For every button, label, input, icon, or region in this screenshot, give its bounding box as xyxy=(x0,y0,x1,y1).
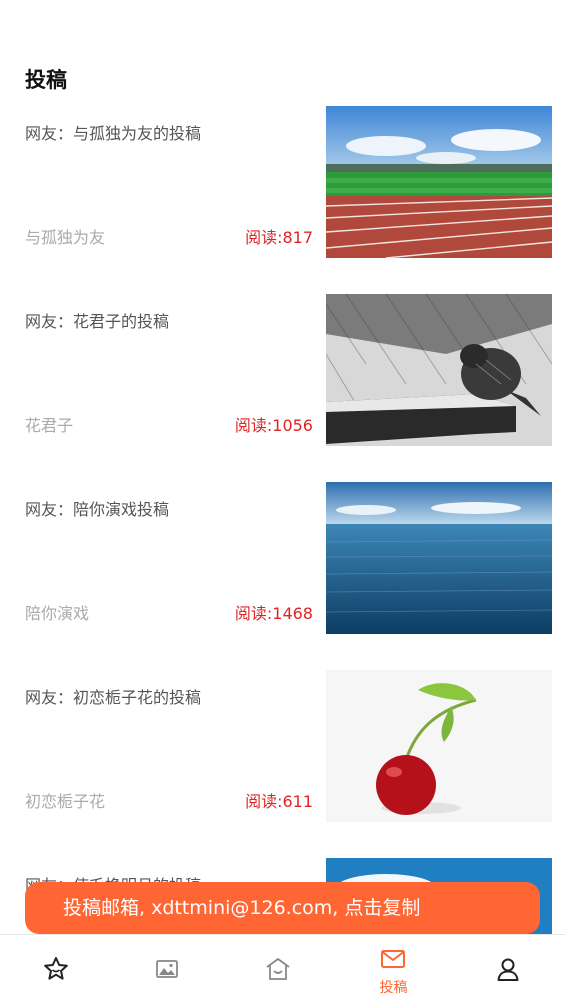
cherry-image xyxy=(326,670,552,822)
ocean-image xyxy=(326,482,552,634)
bird-sketch-image xyxy=(326,294,552,446)
mail-icon xyxy=(381,950,405,968)
list-item[interactable]: 网友：与孤独为友的投稿 与孤独为友 阅读:817 xyxy=(0,106,565,258)
article-author: 花君子 xyxy=(25,416,74,435)
copy-email-toast[interactable]: 投稿邮箱, xdttmini@126.com, 点击复制 xyxy=(25,882,540,934)
read-count: 阅读:817 xyxy=(245,228,313,247)
article-title: 网友：初恋栀子花的投稿 xyxy=(25,688,202,707)
tab-gallery[interactable] xyxy=(111,935,224,1004)
image-icon xyxy=(156,960,178,978)
article-thumbnail[interactable] xyxy=(326,670,552,822)
read-count: 阅读:1468 xyxy=(234,604,313,623)
article-author: 初恋栀子花 xyxy=(25,792,106,811)
page-title: 投稿 xyxy=(25,68,67,92)
list-item[interactable]: 网友：花君子的投稿 花君子 阅读:1056 xyxy=(0,294,565,446)
list-item[interactable]: 网友：初恋栀子花的投稿 初恋栀子花 阅读:611 xyxy=(0,670,565,822)
article-title: 网友：花君子的投稿 xyxy=(25,312,170,331)
user-icon xyxy=(497,958,519,981)
tab-favorites[interactable] xyxy=(0,935,113,1004)
bottom-tab-bar: 投稿 xyxy=(0,934,565,1004)
read-count: 阅读:611 xyxy=(245,792,313,811)
home-icon xyxy=(266,958,290,980)
read-count: 阅读:1056 xyxy=(234,416,313,435)
tab-submit-label: 投稿 xyxy=(379,980,408,996)
article-thumbnail[interactable] xyxy=(326,294,552,446)
article-title: 网友：与孤独为友的投稿 xyxy=(25,124,202,143)
article-title: 网友：陪你演戏投稿 xyxy=(25,500,170,519)
tab-profile[interactable] xyxy=(452,935,565,1004)
article-thumbnail[interactable] xyxy=(326,106,552,258)
tab-home[interactable] xyxy=(222,935,335,1004)
article-author: 陪你演戏 xyxy=(25,604,90,623)
list-item[interactable]: 网友：陪你演戏投稿 陪你演戏 阅读:1468 xyxy=(0,482,565,634)
article-thumbnail[interactable] xyxy=(326,482,552,634)
tab-submit[interactable]: 投稿 xyxy=(337,935,450,1004)
running-track-image xyxy=(326,106,552,258)
article-author: 与孤独为友 xyxy=(25,228,106,247)
star-icon xyxy=(44,957,68,980)
